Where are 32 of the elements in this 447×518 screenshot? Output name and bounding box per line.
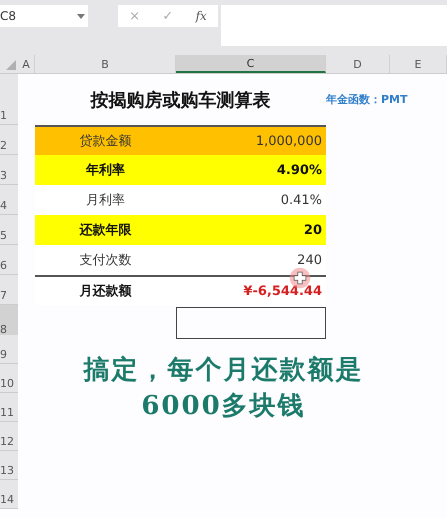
row-header[interactable]: 9 — [0, 335, 18, 364]
label-cell: 年利率 — [35, 155, 176, 185]
sheet-title: 按揭购房或购车测算表 — [90, 88, 270, 112]
column-header[interactable]: E — [390, 55, 447, 73]
row-header[interactable]: 4 — [0, 185, 18, 215]
function-icon[interactable]: fx — [196, 9, 207, 23]
row-header[interactable]: 13 — [0, 451, 18, 480]
row-header[interactable]: 10 — [0, 364, 18, 393]
row-header[interactable]: 14 — [0, 480, 18, 509]
name-box[interactable]: C8 — [0, 5, 88, 27]
function-note: 年金函数：PMT — [326, 92, 408, 107]
dropdown-icon[interactable] — [77, 14, 85, 18]
row-header[interactable]: 3 — [0, 155, 18, 185]
row-header[interactable]: 1 — [0, 74, 18, 125]
value-cell: 4.90% — [176, 155, 326, 185]
subtitle-text: 搞定，每个月还款额是 — [84, 354, 364, 387]
row-header[interactable]: 2 — [0, 125, 18, 155]
active-cell[interactable] — [176, 307, 326, 339]
value-cell: 20 — [176, 215, 326, 245]
row-header[interactable]: 5 — [0, 215, 18, 245]
label-cell: 贷款金额 — [35, 125, 176, 155]
label-cell: 还款年限 — [35, 215, 176, 245]
column-header[interactable]: A — [18, 55, 35, 73]
column-header[interactable]: C — [176, 55, 326, 73]
row-header[interactable]: 7 — [0, 275, 18, 305]
row-header[interactable]: 6 — [0, 245, 18, 275]
value-cell: 1,000,000 — [176, 125, 326, 155]
row-header[interactable]: 11 — [0, 393, 18, 422]
formula-input[interactable] — [221, 5, 447, 46]
subtitle-text: 6000多块钱 — [141, 390, 306, 423]
row-header[interactable]: 12 — [0, 422, 18, 451]
column-header[interactable]: D — [326, 55, 390, 73]
